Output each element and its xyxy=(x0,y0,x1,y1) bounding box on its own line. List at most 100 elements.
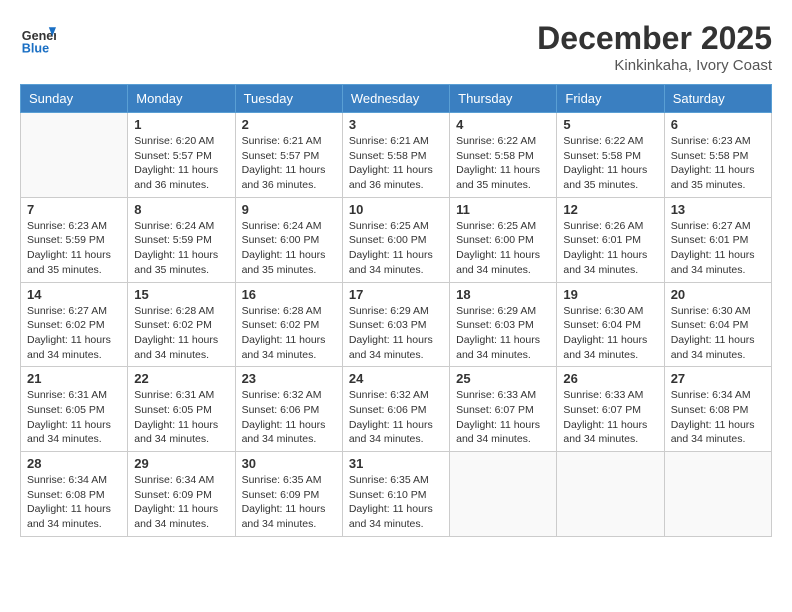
day-info: Sunrise: 6:33 AMSunset: 6:07 PMDaylight:… xyxy=(456,388,550,447)
calendar-week-row: 7 Sunrise: 6:23 AMSunset: 5:59 PMDaylight… xyxy=(21,197,772,282)
calendar-table: SundayMondayTuesdayWednesdayThursdayFrid… xyxy=(20,84,772,537)
day-info: Sunrise: 6:28 AMSunset: 6:02 PMDaylight:… xyxy=(134,304,228,363)
calendar-day-cell: 29 Sunrise: 6:34 AMSunset: 6:09 PMDayligh… xyxy=(128,452,235,537)
day-number: 21 xyxy=(27,371,121,386)
day-info: Sunrise: 6:21 AMSunset: 5:57 PMDaylight:… xyxy=(242,134,336,193)
day-info: Sunrise: 6:24 AMSunset: 5:59 PMDaylight:… xyxy=(134,219,228,278)
day-number: 6 xyxy=(671,117,765,132)
day-number: 31 xyxy=(349,456,443,471)
day-info: Sunrise: 6:26 AMSunset: 6:01 PMDaylight:… xyxy=(563,219,657,278)
day-info: Sunrise: 6:31 AMSunset: 6:05 PMDaylight:… xyxy=(27,388,121,447)
calendar-day-cell: 30 Sunrise: 6:35 AMSunset: 6:09 PMDayligh… xyxy=(235,452,342,537)
calendar-day-cell: 23Sunrise: 6:32 AMSunset: 6:06 PMDayligh… xyxy=(235,367,342,452)
calendar-day-cell: 17 Sunrise: 6:29 AMSunset: 6:03 PMDayligh… xyxy=(342,282,449,367)
logo: General Blue xyxy=(20,20,56,56)
day-info: Sunrise: 6:22 AMSunset: 5:58 PMDaylight:… xyxy=(456,134,550,193)
day-number: 30 xyxy=(242,456,336,471)
day-info: Sunrise: 6:25 AMSunset: 6:00 PMDaylight:… xyxy=(456,219,550,278)
calendar-day-cell: 9 Sunrise: 6:24 AMSunset: 6:00 PMDaylight… xyxy=(235,197,342,282)
calendar-week-row: 28 Sunrise: 6:34 AMSunset: 6:08 PMDayligh… xyxy=(21,452,772,537)
day-number: 4 xyxy=(456,117,550,132)
day-info: Sunrise: 6:30 AMSunset: 6:04 PMDaylight:… xyxy=(671,304,765,363)
calendar-day-cell: 1 Sunrise: 6:20 AMSunset: 5:57 PMDaylight… xyxy=(128,113,235,198)
day-info: Sunrise: 6:29 AMSunset: 6:03 PMDaylight:… xyxy=(349,304,443,363)
calendar-day-cell: 26 Sunrise: 6:33 AMSunset: 6:07 PMDayligh… xyxy=(557,367,664,452)
day-info: Sunrise: 6:34 AMSunset: 6:08 PMDaylight:… xyxy=(27,473,121,532)
day-number: 26 xyxy=(563,371,657,386)
calendar-week-row: 14Sunrise: 6:27 AMSunset: 6:02 PMDayligh… xyxy=(21,282,772,367)
day-number: 9 xyxy=(242,202,336,217)
calendar-header-row: SundayMondayTuesdayWednesdayThursdayFrid… xyxy=(21,85,772,113)
calendar-day-cell: 28 Sunrise: 6:34 AMSunset: 6:08 PMDayligh… xyxy=(21,452,128,537)
svg-text:Blue: Blue xyxy=(22,41,49,55)
day-info: Sunrise: 6:35 AMSunset: 6:09 PMDaylight:… xyxy=(242,473,336,532)
calendar-day-cell: 4 Sunrise: 6:22 AMSunset: 5:58 PMDaylight… xyxy=(450,113,557,198)
calendar-day-cell: 20 Sunrise: 6:30 AMSunset: 6:04 PMDayligh… xyxy=(664,282,771,367)
day-number: 17 xyxy=(349,287,443,302)
day-number: 25 xyxy=(456,371,550,386)
day-number: 20 xyxy=(671,287,765,302)
day-info: Sunrise: 6:32 AMSunset: 6:06 PMDaylight:… xyxy=(349,388,443,447)
calendar-day-cell: 10 Sunrise: 6:25 AMSunset: 6:00 PMDayligh… xyxy=(342,197,449,282)
calendar-week-row: 1 Sunrise: 6:20 AMSunset: 5:57 PMDaylight… xyxy=(21,113,772,198)
day-number: 1 xyxy=(134,117,228,132)
day-number: 18 xyxy=(456,287,550,302)
day-info: Sunrise: 6:31 AMSunset: 6:05 PMDaylight:… xyxy=(134,388,228,447)
day-info: Sunrise: 6:34 AMSunset: 6:08 PMDaylight:… xyxy=(671,388,765,447)
calendar-day-cell: 21 Sunrise: 6:31 AMSunset: 6:05 PMDayligh… xyxy=(21,367,128,452)
day-info: Sunrise: 6:34 AMSunset: 6:09 PMDaylight:… xyxy=(134,473,228,532)
calendar-day-cell: 27 Sunrise: 6:34 AMSunset: 6:08 PMDayligh… xyxy=(664,367,771,452)
calendar-day-cell: 8 Sunrise: 6:24 AMSunset: 5:59 PMDaylight… xyxy=(128,197,235,282)
day-info: Sunrise: 6:20 AMSunset: 5:57 PMDaylight:… xyxy=(134,134,228,193)
calendar-day-header: Tuesday xyxy=(235,85,342,113)
calendar-day-cell: 18Sunrise: 6:29 AMSunset: 6:03 PMDayligh… xyxy=(450,282,557,367)
day-number: 29 xyxy=(134,456,228,471)
day-info: Sunrise: 6:25 AMSunset: 6:00 PMDaylight:… xyxy=(349,219,443,278)
day-info: Sunrise: 6:32 AMSunset: 6:06 PMDaylight:… xyxy=(242,388,336,447)
calendar-day-cell: 7 Sunrise: 6:23 AMSunset: 5:59 PMDaylight… xyxy=(21,197,128,282)
day-number: 28 xyxy=(27,456,121,471)
calendar-day-cell: 19Sunrise: 6:30 AMSunset: 6:04 PMDayligh… xyxy=(557,282,664,367)
title-block: December 2025 Kinkinkaha, Ivory Coast xyxy=(537,20,772,74)
day-info: Sunrise: 6:24 AMSunset: 6:00 PMDaylight:… xyxy=(242,219,336,278)
day-number: 24 xyxy=(349,371,443,386)
day-info: Sunrise: 6:33 AMSunset: 6:07 PMDaylight:… xyxy=(563,388,657,447)
day-info: Sunrise: 6:21 AMSunset: 5:58 PMDaylight:… xyxy=(349,134,443,193)
calendar-day-cell: 15 Sunrise: 6:28 AMSunset: 6:02 PMDayligh… xyxy=(128,282,235,367)
day-info: Sunrise: 6:35 AMSunset: 6:10 PMDaylight:… xyxy=(349,473,443,532)
calendar-day-header: Thursday xyxy=(450,85,557,113)
calendar-day-header: Saturday xyxy=(664,85,771,113)
day-number: 10 xyxy=(349,202,443,217)
calendar-day-cell: 5Sunrise: 6:22 AMSunset: 5:58 PMDaylight… xyxy=(557,113,664,198)
day-number: 8 xyxy=(134,202,228,217)
day-number: 11 xyxy=(456,202,550,217)
day-number: 7 xyxy=(27,202,121,217)
day-number: 2 xyxy=(242,117,336,132)
logo-icon: General Blue xyxy=(20,20,56,56)
calendar-day-cell: 31 Sunrise: 6:35 AMSunset: 6:10 PMDayligh… xyxy=(342,452,449,537)
location: Kinkinkaha, Ivory Coast xyxy=(537,57,772,74)
calendar-day-header: Sunday xyxy=(21,85,128,113)
calendar-day-header: Friday xyxy=(557,85,664,113)
day-info: Sunrise: 6:28 AMSunset: 6:02 PMDaylight:… xyxy=(242,304,336,363)
day-number: 14 xyxy=(27,287,121,302)
day-number: 13 xyxy=(671,202,765,217)
calendar-day-cell: 22 Sunrise: 6:31 AMSunset: 6:05 PMDayligh… xyxy=(128,367,235,452)
calendar-day-cell xyxy=(21,113,128,198)
calendar-day-cell: 12 Sunrise: 6:26 AMSunset: 6:01 PMDayligh… xyxy=(557,197,664,282)
day-info: Sunrise: 6:30 AMSunset: 6:04 PMDaylight:… xyxy=(563,304,657,363)
month-title: December 2025 xyxy=(537,20,772,57)
day-number: 12 xyxy=(563,202,657,217)
day-number: 27 xyxy=(671,371,765,386)
calendar-day-header: Monday xyxy=(128,85,235,113)
calendar-day-cell: 14Sunrise: 6:27 AMSunset: 6:02 PMDayligh… xyxy=(21,282,128,367)
calendar-day-cell: 6 Sunrise: 6:23 AMSunset: 5:58 PMDaylight… xyxy=(664,113,771,198)
day-number: 16 xyxy=(242,287,336,302)
day-number: 15 xyxy=(134,287,228,302)
calendar-day-cell xyxy=(450,452,557,537)
calendar-day-cell xyxy=(664,452,771,537)
day-info: Sunrise: 6:23 AMSunset: 5:59 PMDaylight:… xyxy=(27,219,121,278)
calendar-week-row: 21 Sunrise: 6:31 AMSunset: 6:05 PMDayligh… xyxy=(21,367,772,452)
day-number: 22 xyxy=(134,371,228,386)
day-info: Sunrise: 6:23 AMSunset: 5:58 PMDaylight:… xyxy=(671,134,765,193)
